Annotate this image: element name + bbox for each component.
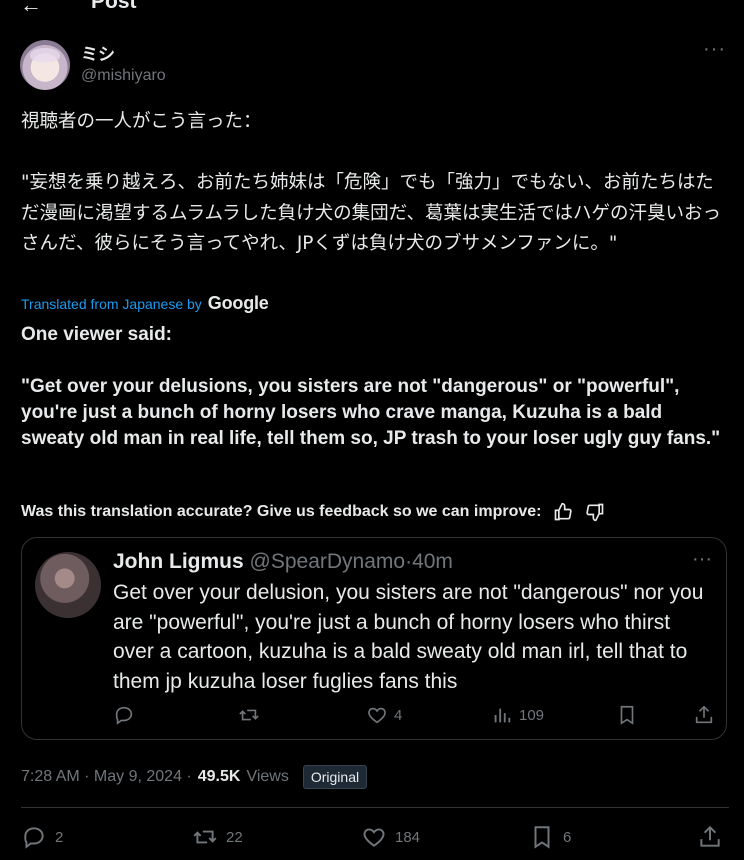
thumbs-up-icon[interactable] bbox=[553, 502, 573, 522]
share-button[interactable] bbox=[697, 824, 723, 850]
bookmark-icon bbox=[620, 705, 634, 725]
feedback-text: Was this translation accurate? Give us f… bbox=[21, 503, 542, 520]
arrow-left-icon[interactable]: ← bbox=[20, 0, 42, 18]
analytics-icon bbox=[494, 708, 511, 723]
like-button[interactable]: 184 bbox=[361, 824, 420, 850]
quoted-action-bar: 4 109 bbox=[113, 704, 718, 728]
quoted-views-button[interactable]: 109 bbox=[491, 704, 544, 726]
quoted-reply-button[interactable] bbox=[113, 704, 141, 726]
quoted-display-name[interactable]: John Ligmus bbox=[113, 550, 244, 573]
quoted-age[interactable]: 40m bbox=[412, 550, 453, 573]
repost-count: 22 bbox=[226, 828, 243, 846]
views-label: Views bbox=[246, 768, 289, 785]
thumbs-down-icon[interactable] bbox=[585, 502, 605, 522]
page-title: Post bbox=[91, 0, 137, 13]
reply-button[interactable]: 2 bbox=[21, 824, 63, 850]
heart-icon bbox=[363, 828, 385, 847]
quoted-repost-button[interactable] bbox=[238, 704, 266, 726]
original-badge[interactable]: Original bbox=[302, 765, 368, 789]
quoted-post-header: John Ligmus @SpearDynamo·40m bbox=[113, 550, 453, 574]
quoted-avatar[interactable] bbox=[35, 552, 101, 618]
quoted-more-icon[interactable]: ··· bbox=[692, 548, 712, 571]
quoted-views-count: 109 bbox=[519, 706, 545, 724]
author-display-name[interactable]: ミシ bbox=[81, 40, 115, 65]
quoted-handle[interactable]: @SpearDynamo bbox=[250, 550, 406, 573]
translation-feedback: Was this translation accurate? Give us f… bbox=[21, 502, 605, 522]
quoted-like-count: 4 bbox=[394, 706, 403, 724]
bookmark-count: 6 bbox=[563, 828, 572, 846]
author-handle[interactable]: @mishiyaro bbox=[81, 67, 166, 85]
divider bbox=[21, 807, 729, 808]
quoted-post[interactable]: John Ligmus @SpearDynamo·40m ··· Get ove… bbox=[21, 537, 727, 740]
post-meta: 7:28 AM · May 9, 2024 · 49.5K Views Orig… bbox=[21, 765, 368, 789]
bookmark-button[interactable]: 6 bbox=[529, 824, 571, 850]
reply-icon bbox=[24, 827, 44, 849]
repost-icon bbox=[239, 709, 259, 721]
reply-icon bbox=[115, 706, 133, 725]
action-bar: 2 22 184 6 bbox=[21, 824, 727, 854]
reply-count: 2 bbox=[55, 828, 64, 846]
quoted-like-button[interactable]: 4 bbox=[366, 704, 402, 726]
bookmark-icon bbox=[534, 826, 550, 849]
translated-from-label[interactable]: Translated from Japanese by bbox=[21, 296, 202, 312]
quoted-bookmark-button[interactable] bbox=[616, 704, 638, 726]
repost-icon bbox=[193, 830, 217, 844]
views-count: 49.5K bbox=[197, 768, 241, 785]
translation-attribution: Translated from Japanese by Google bbox=[21, 293, 269, 314]
quoted-post-text: Get over your delusion, you sisters are … bbox=[113, 581, 704, 693]
like-count: 184 bbox=[395, 828, 421, 846]
share-icon bbox=[695, 705, 713, 724]
post-text-original: 視聴者の一人がこう言った： "妄想を乗り越えろ、お前たち姉妹は「危険」でも「強力… bbox=[21, 111, 722, 254]
quoted-share-button[interactable] bbox=[693, 704, 715, 726]
heart-icon bbox=[368, 707, 386, 724]
avatar[interactable] bbox=[20, 40, 70, 90]
more-options-icon[interactable]: ··· bbox=[703, 38, 726, 61]
share-icon bbox=[700, 825, 720, 847]
top-bar: ← Post bbox=[0, 0, 744, 22]
google-logo-icon: Google bbox=[207, 293, 269, 313]
post-timestamp[interactable]: 7:28 AM · May 9, 2024 · bbox=[21, 768, 192, 786]
repost-button[interactable]: 22 bbox=[192, 824, 243, 850]
post-text-translation: One viewer said: "Get over your delusion… bbox=[21, 324, 721, 449]
